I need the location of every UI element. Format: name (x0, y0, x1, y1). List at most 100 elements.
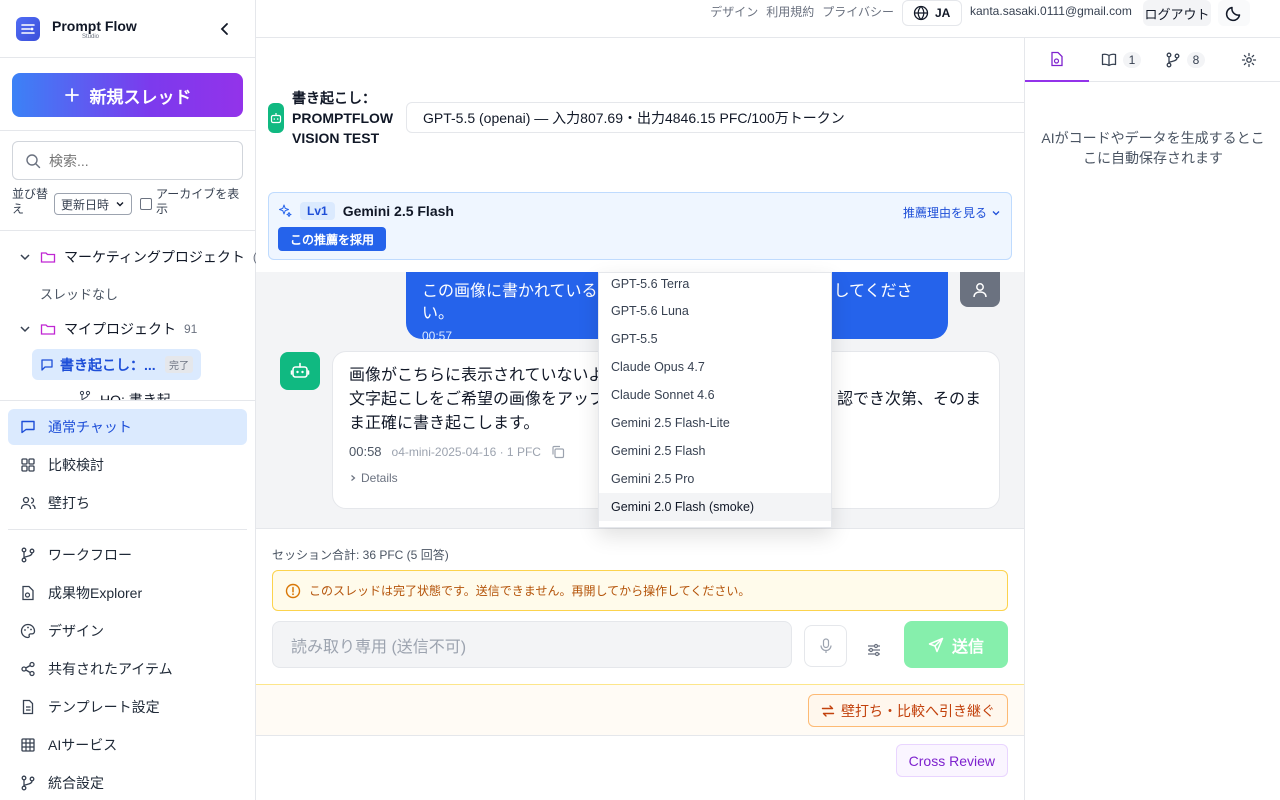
continue-label: 壁打ち・比較へ引き継ぐ (841, 702, 995, 719)
copy-icon[interactable] (551, 445, 565, 459)
thread-item[interactable]: HQ: 書き起 (78, 390, 171, 400)
sort-select[interactable]: 更新日時 (54, 193, 132, 215)
assistant-line-head: 文字起こしをご希望の画像をアップ (349, 391, 606, 408)
thread-label: HQ: 書き起 (100, 392, 171, 400)
recommendation-header: Lv1 Gemini 2.5 Flash (278, 202, 454, 220)
adopt-recommendation-button[interactable]: この推薦を採用 (278, 227, 387, 251)
search-input[interactable] (49, 152, 229, 169)
gear-icon (1241, 52, 1257, 68)
swap-icon (821, 704, 835, 717)
project-count: 91 (184, 322, 198, 336)
nav-label: 壁打ち (48, 495, 90, 511)
model-option[interactable]: GPT-5.6 Luna (599, 297, 831, 325)
cross-review-button[interactable]: Cross Review (895, 744, 1008, 777)
chevron-right-icon (351, 475, 356, 481)
continue-to-compare-button[interactable]: 壁打ち・比較へ引き継ぐ (808, 694, 1008, 727)
divider (0, 400, 256, 401)
model-option[interactable]: Gemini 2.0 Flash (smoke) (599, 493, 831, 521)
thread-label: 書き起こし：... (60, 356, 156, 373)
panel-tabs: 1 8 (1025, 38, 1280, 82)
branch-icon (21, 775, 35, 791)
language-label: JA (935, 6, 951, 20)
message-time: 00:58 (349, 444, 382, 459)
sparkles-icon (279, 204, 292, 217)
nav-design[interactable]: デザイン (8, 613, 247, 649)
archive-toggle[interactable]: アーカイブを表示 (140, 187, 246, 217)
search-box[interactable] (12, 141, 243, 180)
nav-label: ワークフロー (48, 547, 132, 563)
link-privacy[interactable]: プライバシー (822, 3, 894, 20)
project-marketing[interactable]: マーケティングプロジェクト ( (18, 247, 257, 267)
user-email: kanta.sasaki.0111@gmail.com (970, 4, 1132, 18)
thread-title: 書き起こし： PROMPTFLOW VISION TEST (292, 88, 393, 148)
send-button[interactable]: 送信 (904, 621, 1008, 668)
project-my[interactable]: マイプロジェクト 91 (18, 319, 197, 339)
recommendation-reason-link[interactable]: 推薦理由を見る (903, 204, 1001, 221)
model-option[interactable]: Gemini 2.5 Flash (599, 437, 831, 465)
sort-label: 並び替え (12, 187, 49, 216)
model-option[interactable]: GPT-5.5 (599, 325, 831, 353)
tab-artifacts[interactable] (1025, 38, 1089, 82)
link-design[interactable]: デザイン (710, 3, 758, 20)
users-icon (20, 496, 36, 510)
model-option[interactable]: Claude Sonnet 4.6 (599, 381, 831, 409)
model-option[interactable]: Claude Opus 4.7 (599, 353, 831, 381)
nav-label: 比較検討 (48, 457, 104, 473)
theme-toggle-button[interactable] (1218, 0, 1250, 26)
grid-icon (21, 458, 35, 472)
tab-settings[interactable] (1217, 38, 1280, 82)
divider (8, 529, 247, 530)
review-bar: Cross Review (256, 735, 1024, 800)
message-model-cost: o4-mini-2025-04-16 · 1 PFC (391, 444, 541, 459)
settings-sliders-button[interactable] (866, 642, 882, 658)
session-total: セッション合計: 36 PFC (5 回答) (272, 548, 449, 562)
nav-shared[interactable]: 共有されたアイテム (8, 651, 247, 687)
project-name: マイプロジェクト (64, 321, 176, 337)
share-icon (21, 661, 35, 677)
divider (0, 230, 256, 231)
tab-knowledge[interactable]: 1 (1089, 38, 1153, 82)
thread-title-line: 書き起こし： (292, 90, 376, 106)
thread-item-active[interactable]: 書き起こし：... 完了 (32, 349, 201, 380)
nav-integration[interactable]: 統合設定 (8, 765, 247, 800)
message-input[interactable]: 読み取り専用 (送信不可) (272, 621, 792, 668)
status-badge: 完了 (165, 356, 193, 373)
globe-icon (913, 5, 929, 21)
logout-button[interactable]: ログアウト (1143, 0, 1211, 26)
nav-normal-chat[interactable]: 通常チャット (8, 409, 247, 445)
language-button[interactable]: JA (902, 0, 962, 26)
model-option[interactable]: GPT-5.6 Terra (599, 273, 831, 297)
tab-branches[interactable]: 8 (1153, 38, 1217, 82)
nav-artifacts[interactable]: 成果物Explorer (8, 575, 247, 611)
chevron-down-icon (116, 202, 124, 207)
model-option[interactable]: Gemini 2.5 Pro (599, 465, 831, 493)
project-name: マーケティングプロジェクト (64, 249, 245, 265)
tab-count: 8 (1186, 52, 1206, 68)
model-option[interactable]: Gemini 2.5 Flash-Lite (599, 409, 831, 437)
nav-label: AIサービス (48, 737, 118, 753)
nav-workflow[interactable]: ワークフロー (8, 537, 247, 573)
archive-checkbox[interactable] (140, 198, 152, 210)
recommendation-panel: Lv1 Gemini 2.5 Flash この推薦を採用 推薦理由を見る (268, 192, 1012, 260)
nav-templates[interactable]: テンプレート設定 (8, 689, 247, 725)
sidebar: Prompt Flow Studio 新規スレッド 並び替え 更新日時 アーカイ… (0, 0, 257, 800)
collapse-sidebar-button[interactable] (216, 20, 234, 38)
nav-compare[interactable]: 比較検討 (8, 447, 247, 483)
brand: Prompt Flow Studio (16, 17, 137, 41)
nav-label: デザイン (48, 623, 104, 639)
model-dropdown: GPT-5.6 Terra GPT-5.6 Luna GPT-5.5 Claud… (598, 272, 832, 528)
top-links: デザイン 利用規約 プライバシー (710, 3, 894, 20)
new-thread-button[interactable]: 新規スレッド (12, 73, 243, 117)
thread-title-line: VISION TEST (292, 130, 380, 146)
warning-text: このスレッドは完了状態です。送信できません。再開してから操作してください。 (309, 584, 751, 598)
user-avatar (960, 272, 1000, 307)
tab-count: 1 (1122, 52, 1142, 68)
nav-ai-services[interactable]: AIサービス (8, 727, 247, 763)
nav-label: 共有されたアイテム (48, 661, 173, 677)
nav-brainstorm[interactable]: 壁打ち (8, 485, 247, 521)
model-select[interactable]: GPT-5.5 (openai) — 入力807.69・出力4846.15 PF… (406, 102, 1036, 133)
link-terms[interactable]: 利用規約 (766, 3, 814, 20)
divider (0, 130, 256, 131)
new-thread-label: 新規スレッド (89, 87, 192, 107)
mic-button[interactable] (804, 625, 847, 667)
